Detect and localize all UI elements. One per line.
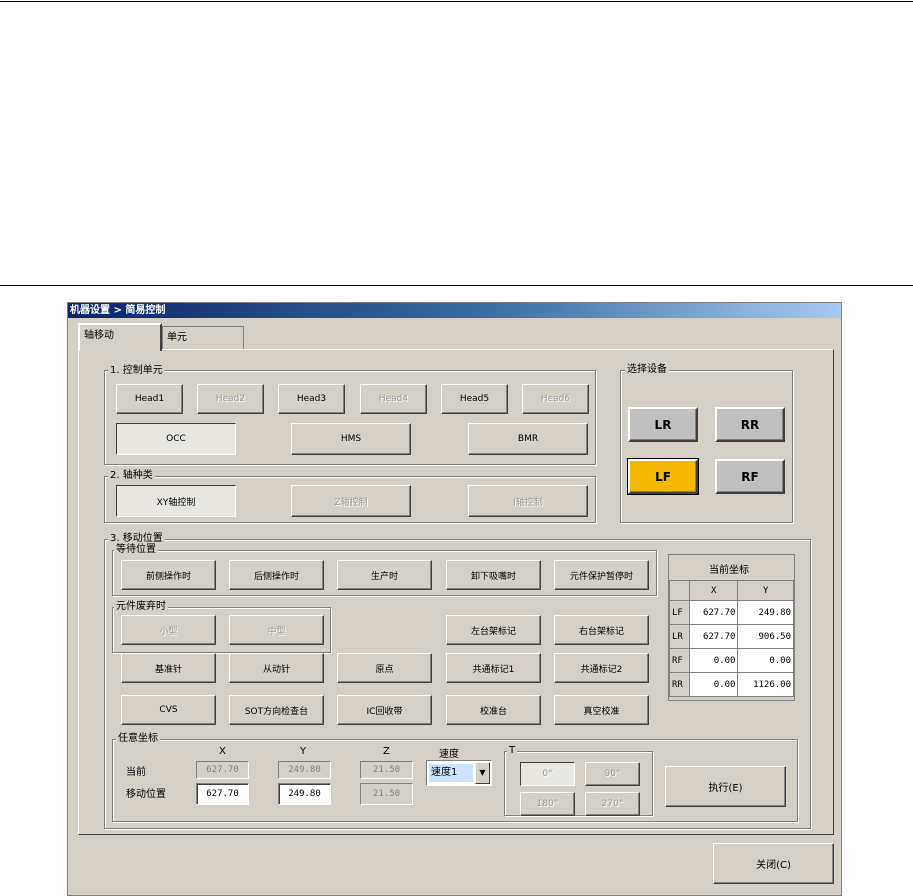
hms-button[interactable]: HMS <box>291 423 411 455</box>
table-row: RF 0.00 0.00 <box>669 648 794 673</box>
target-y-input[interactable]: 249.80 <box>278 783 331 805</box>
head5-button[interactable]: Head5 <box>441 384 508 414</box>
device-title: 选择设备 <box>625 364 669 375</box>
coord-x: 627.70 <box>688 624 739 649</box>
tab-unit-label: 单元 <box>167 332 187 343</box>
bmr-button[interactable]: BMR <box>468 423 588 455</box>
current-z-field: 21.50 <box>360 761 413 779</box>
coord-header-y: Y <box>737 580 794 601</box>
section-rule <box>0 285 913 286</box>
device-group <box>620 370 793 523</box>
device-lf-button[interactable]: LF <box>627 458 699 495</box>
discard-title: 元件废弃时 <box>114 601 168 612</box>
head4-button[interactable]: Head4 <box>360 384 427 414</box>
coord-row-label: LR <box>669 624 690 649</box>
common-mark1-button[interactable]: 共通标记1 <box>446 653 541 683</box>
coord-row-label: LF <box>669 600 690 625</box>
coord-row-label: RR <box>669 672 690 697</box>
remove-nozzle-button[interactable]: 卸下吸嘴时 <box>446 560 541 590</box>
left-stage-mark-button[interactable]: 左台架标记 <box>446 615 541 645</box>
production-button[interactable]: 生产时 <box>337 560 432 590</box>
t-180-button[interactable]: 180° <box>520 792 575 816</box>
close-button[interactable]: 关闭(C) <box>713 843 834 884</box>
component-protect-pause-button[interactable]: 元件保护暂停时 <box>554 560 649 590</box>
current-coords-table: X Y LF 627.70 249.80 LR 627.70 906.50 RF… <box>669 580 794 697</box>
top-rule <box>0 1 913 2</box>
discard-medium-button[interactable]: 中型 <box>229 615 324 645</box>
execute-button[interactable]: 执行(E) <box>665 766 786 807</box>
axis-type-title: 2. 轴种类 <box>108 470 155 481</box>
xy-axis-button[interactable]: XY轴控制 <box>116 485 236 517</box>
t-270-button[interactable]: 270° <box>585 792 640 816</box>
cvs-button[interactable]: CVS <box>121 695 216 725</box>
rear-operation-button[interactable]: 后侧操作时 <box>229 560 324 590</box>
device-rr-button[interactable]: RR <box>715 407 785 442</box>
t-0-button[interactable]: 0° <box>520 762 575 786</box>
coord-row-label: RF <box>669 648 690 673</box>
col-speed-label: 速度 <box>439 749 459 760</box>
current-coords-title: 当前坐标 <box>709 565 749 576</box>
tab-panel: 1. 控制单元 Head1 Head2 Head3 Head4 Head5 He… <box>78 349 834 835</box>
t-90-button[interactable]: 90° <box>585 762 640 786</box>
device-rf-button[interactable]: RF <box>715 459 785 494</box>
table-row: LR 627.70 906.50 <box>669 624 794 649</box>
tab-axis-move-label: 轴移动 <box>84 330 114 341</box>
target-x-input[interactable]: 627.70 <box>196 783 249 805</box>
calibration-stage-button[interactable]: 校准台 <box>446 695 541 725</box>
coord-x: 0.00 <box>688 672 739 697</box>
coord-y: 906.50 <box>737 624 794 649</box>
col-z-label: Z <box>383 746 390 757</box>
common-mark2-button[interactable]: 共通标记2 <box>554 653 649 683</box>
coord-y: 0.00 <box>737 648 794 673</box>
front-operation-button[interactable]: 前侧操作时 <box>121 560 216 590</box>
col-y-label: Y <box>300 746 307 757</box>
target-z-field: 21.50 <box>360 783 413 805</box>
coord-x: 627.70 <box>688 600 739 625</box>
current-label: 当前 <box>126 767 146 778</box>
table-row: RR 0.00 1126.00 <box>669 672 794 697</box>
current-y-field: 249.80 <box>278 761 331 779</box>
chevron-down-icon[interactable]: ▼ <box>475 762 490 784</box>
right-stage-mark-button[interactable]: 右台架标记 <box>554 615 649 645</box>
coord-y: 249.80 <box>737 600 794 625</box>
ic-recovery-tape-button[interactable]: IC回收带 <box>337 695 432 725</box>
z-axis-button[interactable]: Z轴控制 <box>291 485 411 517</box>
sot-direction-check-button[interactable]: SOT方向检查台 <box>229 695 324 725</box>
arbitrary-coords-title: 任意坐标 <box>116 733 160 744</box>
control-unit-title: 1. 控制单元 <box>108 365 165 376</box>
head6-button[interactable]: Head6 <box>522 384 589 414</box>
window-title: 机器设置 > 简易控制 <box>68 303 841 318</box>
move-position-label: 移动位置 <box>126 789 166 800</box>
coord-header-x: X <box>688 580 739 601</box>
occ-button[interactable]: OCC <box>116 423 236 455</box>
dialog-window: 机器设置 > 简易控制 轴移动 单元 1. 控制单元 Head1 Head2 H… <box>67 302 842 896</box>
speed-select-value: 速度1 <box>429 764 473 782</box>
move-position-title: 3. 移动位置 <box>108 533 165 544</box>
slave-pin-button[interactable]: 从动针 <box>229 653 324 683</box>
device-lr-button[interactable]: LR <box>628 407 698 442</box>
vacuum-calibration-button[interactable]: 真空校准 <box>554 695 649 725</box>
reference-pin-button[interactable]: 基准针 <box>121 653 216 683</box>
head2-button[interactable]: Head2 <box>197 384 264 414</box>
table-row: LF 627.70 249.80 <box>669 600 794 625</box>
t-title: T <box>507 745 518 756</box>
origin-button[interactable]: 原点 <box>337 653 432 683</box>
head1-button[interactable]: Head1 <box>116 384 183 414</box>
i-axis-button[interactable]: I轴控制 <box>468 485 588 517</box>
speed-select[interactable]: 速度1 ▼ <box>426 760 492 786</box>
wait-position-title: 等待位置 <box>114 544 158 555</box>
current-x-field: 627.70 <box>196 761 249 779</box>
col-x-label: X <box>219 746 226 757</box>
coord-y: 1126.00 <box>737 672 794 697</box>
tab-unit[interactable]: 单元 <box>162 326 244 350</box>
head3-button[interactable]: Head3 <box>278 384 345 414</box>
tab-axis-move[interactable]: 轴移动 <box>78 323 162 351</box>
discard-small-button[interactable]: 小型 <box>121 615 216 645</box>
coord-x: 0.00 <box>688 648 739 673</box>
